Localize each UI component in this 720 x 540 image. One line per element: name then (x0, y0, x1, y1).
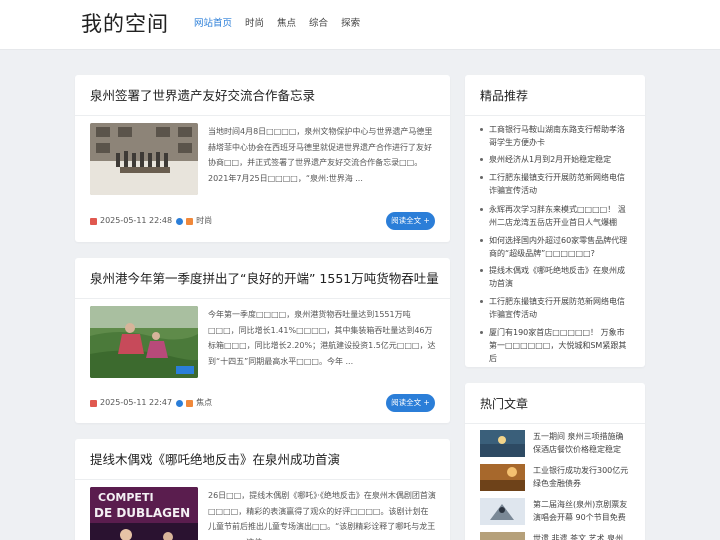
recommend-item[interactable]: 工行肥东撮镇支行开展防范新网络电信诈骗宣传活动 (480, 171, 630, 197)
nav-item-explore[interactable]: 探索 (341, 17, 360, 31)
article-excerpt: 今年第一季度□□□□，泉州港货物吞吐量达到1551万吨□□□，同比增长1.41%… (208, 310, 436, 366)
nav-item-fashion[interactable]: 时尚 (245, 17, 264, 31)
hot-item-title[interactable]: 五一期间 泉州三项措施确保酒店餐饮价格稳定稳定 (533, 430, 631, 456)
divider (75, 115, 450, 116)
user-icon (176, 217, 184, 225)
folder-icon (186, 217, 194, 225)
main-nav: 网站首页 时尚 焦点 综合 探索 (194, 17, 373, 31)
recommend-panel: 精品推荐 工商银行马鞍山湖南东路支行帮助孝洛哥学生方便办卡 泉州经济从1月到2月… (465, 75, 645, 367)
article-thumbnail[interactable] (90, 123, 198, 195)
hot-title: 热门文章 (480, 397, 529, 411)
hot-item[interactable]: 工业银行成功发行300亿元绿色金融债券 (480, 464, 640, 498)
article-excerpt: 当地时间4月8日□□□□，泉州文物保护中心与世界遗产马德里赫塔菲中心协会在西班牙… (208, 127, 433, 183)
recommend-item[interactable]: 工商银行马鞍山湖南东路支行帮助孝洛哥学生方便办卡 (480, 123, 630, 149)
nav-item-general[interactable]: 综合 (309, 17, 328, 31)
hot-item-title[interactable]: 工业银行成功发行300亿元绿色金融债券 (533, 464, 631, 490)
divider (75, 298, 450, 299)
hot-item[interactable]: 第二届海丝(泉州)京剧票友演唱会开幕 90个节目免费 (480, 498, 640, 532)
recommend-item[interactable]: 工行肥东撮镇支行开展防范新网络电信诈骗宣传活动 (480, 295, 630, 321)
divider (465, 423, 645, 424)
hot-thumbnail[interactable] (480, 464, 525, 491)
article-title[interactable]: 提线木偶戏《哪吒绝地反击》在泉州成功首演 (90, 451, 340, 469)
article-title[interactable]: 泉州签署了世界遗产友好交流合作备忘录 (90, 87, 315, 105)
article-meta: 2025-05-11 22:48 时尚 (90, 215, 212, 227)
recommend-item[interactable]: 永辉再次学习胖东来模式□□□□！ 温州二店龙湾五岳店开业首日人气爆棚 (480, 203, 630, 229)
article-date: 2025-05-11 22:47 (100, 398, 173, 407)
hot-item[interactable]: 五一期间 泉州三项措施确保酒店餐饮价格稳定稳定 (480, 430, 640, 464)
recommend-item[interactable]: 泉州经济从1月到2月开始稳定稳定 (480, 153, 630, 166)
hot-panel: 热门文章 五一期间 泉州三项措施确保酒店餐饮价格稳定稳定 工业银行成功发行300… (465, 383, 645, 540)
calendar-icon (90, 399, 97, 407)
recommend-item[interactable]: 提线木偶戏《哪吒绝地反击》在泉州成功首演 (480, 264, 630, 290)
read-more-button[interactable]: 阅读全文 + (386, 212, 435, 230)
article-excerpt: 26日□□，提线木偶剧《哪吒》·《绝地反击》在泉州木偶剧团首演□□□□，精彩的表… (208, 491, 436, 540)
nav-item-focus[interactable]: 焦点 (277, 17, 296, 31)
calendar-icon (90, 217, 97, 225)
article-category[interactable]: 焦点 (196, 397, 212, 409)
svg-text:COMPETI: COMPETI (98, 491, 154, 504)
hot-item-title[interactable]: 第二届海丝(泉州)京剧票友演唱会开幕 90个节目免费 (533, 498, 631, 524)
read-more-button[interactable]: 阅读全文 + (386, 394, 435, 412)
article-category[interactable]: 时尚 (196, 215, 212, 227)
article-date: 2025-05-11 22:48 (100, 216, 173, 225)
user-icon (176, 399, 184, 407)
article-card: 泉州签署了世界遗产友好交流合作备忘录 当地时间4月8日□□□□，泉州文物保护中心… (75, 75, 450, 242)
article-card: 泉州港今年第一季度拼出了“良好的开端” 1551万吨货物吞吐量 今年第一季度□□… (75, 258, 450, 423)
hot-item-title[interactable]: 世遗 非遗 茶文 艺术 泉州... (533, 532, 631, 540)
divider (465, 115, 645, 116)
hot-item[interactable]: 世遗 非遗 茶文 艺术 泉州... (480, 532, 640, 540)
article-meta: 2025-05-11 22:47 焦点 (90, 397, 212, 409)
article-card: 提线木偶戏《哪吒绝地反击》在泉州成功首演 COMPETI DE DUBLAGEN… (75, 439, 450, 540)
hot-thumbnail[interactable] (480, 430, 525, 457)
recommend-item[interactable]: 如何选择国内外超过60家零售品牌代理商的“超级品牌”□□□□□□? (480, 234, 630, 260)
hot-thumbnail[interactable] (480, 498, 525, 525)
article-title[interactable]: 泉州港今年第一季度拼出了“良好的开端” 1551万吨货物吞吐量 (90, 270, 439, 288)
divider (75, 479, 450, 480)
site-header: 我的空间 网站首页 时尚 焦点 综合 探索 (0, 0, 720, 50)
article-thumbnail[interactable]: COMPETI DE DUBLAGEN (90, 487, 198, 540)
folder-icon (186, 399, 194, 407)
recommend-title: 精品推荐 (480, 89, 529, 103)
svg-text:DE DUBLAGEN: DE DUBLAGEN (94, 506, 190, 520)
nav-item-home[interactable]: 网站首页 (194, 17, 232, 31)
hot-thumbnail[interactable] (480, 532, 525, 540)
recommend-item[interactable]: 厦门有190家首店□□□□□！ 万象市第一□□□□□□，大悦城和SM紧跟其后 (480, 326, 630, 365)
site-logo[interactable]: 我的空间 (81, 10, 169, 38)
article-thumbnail[interactable] (90, 306, 198, 378)
